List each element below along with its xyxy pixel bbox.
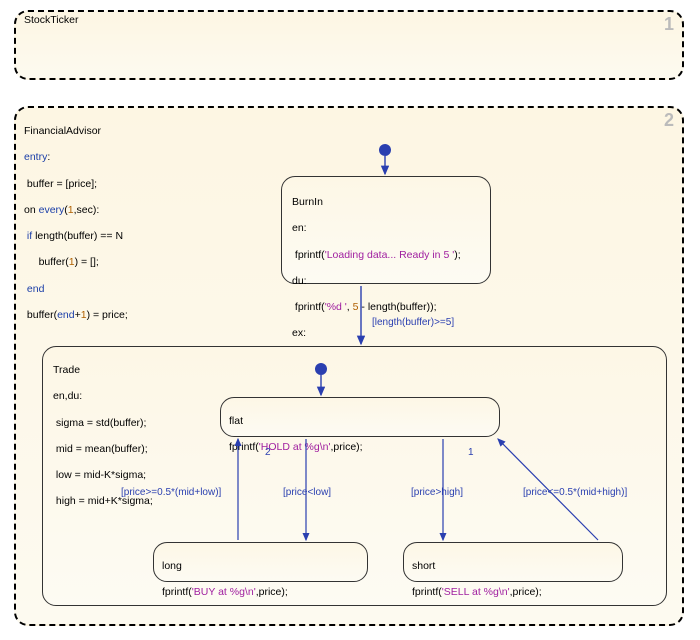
guard-flat-to-short: [price>high] (411, 487, 463, 498)
financialadvisor-code: FinancialAdvisor entry: buffer = [price]… (24, 112, 128, 335)
chart-stockticker: StockTicker 1 (14, 10, 684, 80)
fa-title: FinancialAdvisor (24, 125, 101, 137)
trans-order-1: 1 (468, 447, 474, 458)
chart-financialadvisor: 2 FinancialAdvisor entry: buffer = [pric… (14, 106, 684, 626)
guard-long-to-flat: [price>=0.5*(mid+low)] (121, 487, 221, 498)
trans-order-2: 2 (265, 447, 271, 458)
guard-short-to-flat: [price<=0.5*(mid+high)] (523, 487, 627, 498)
stateflow-chart: StockTicker 1 2 FinancialAdvisor entry: … (8, 8, 692, 632)
guard-burnin-to-trade: [length(buffer)>=5] (372, 317, 454, 328)
state-flat[interactable]: flat fprintf('HOLD at %g\n',price); (220, 397, 500, 437)
guard-flat-to-long: [price<low] (283, 487, 331, 498)
short-code: short fprintf('SELL at %g\n',price); (412, 547, 614, 613)
long-code: long fprintf('BUY at %g\n',price); (162, 547, 359, 613)
state-trade[interactable]: Trade en,du: sigma = std(buffer); mid = … (42, 346, 667, 606)
fa-initial-dot (379, 144, 391, 156)
state-long[interactable]: long fprintf('BUY at %g\n',price); (153, 542, 368, 582)
order-badge-2: 2 (664, 110, 674, 131)
order-badge-1: 1 (664, 14, 674, 35)
state-burnin[interactable]: BurnIn en: fprintf('Loading data... Read… (281, 176, 491, 284)
state-short[interactable]: short fprintf('SELL at %g\n',price); (403, 542, 623, 582)
chart-stockticker-title: StockTicker (24, 14, 78, 26)
trade-initial-dot (315, 363, 327, 375)
